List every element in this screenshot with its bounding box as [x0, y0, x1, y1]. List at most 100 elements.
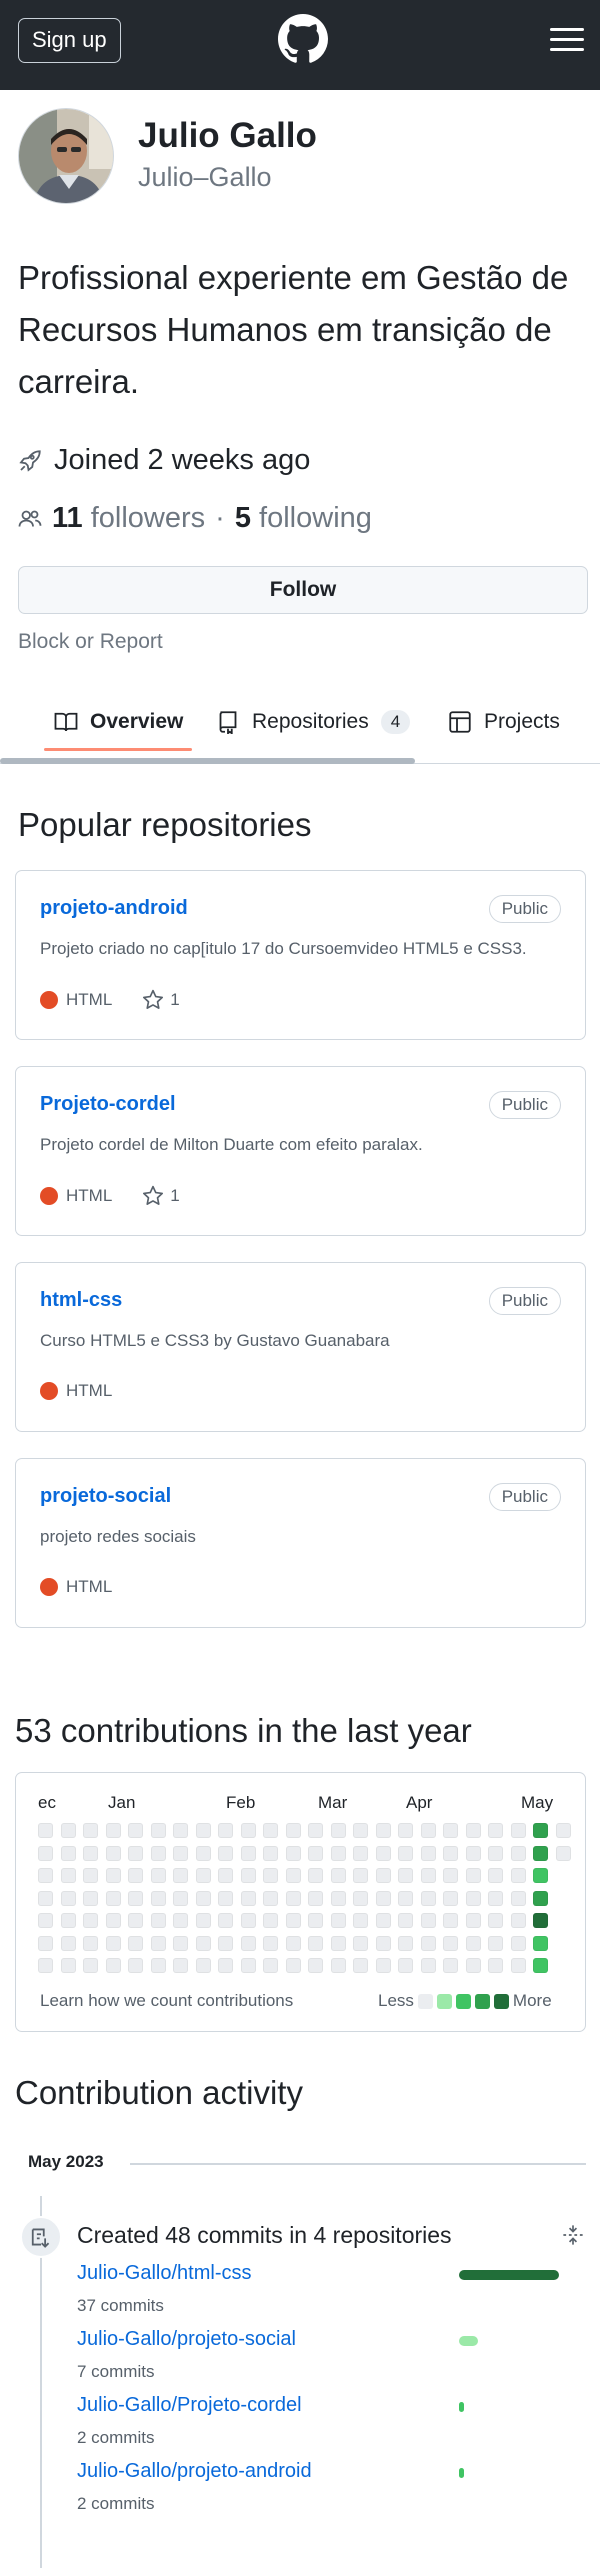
contribution-day[interactable]	[308, 1823, 323, 1838]
contribution-day[interactable]	[443, 1890, 458, 1906]
contribution-day[interactable]	[330, 1890, 346, 1906]
contribution-day[interactable]	[38, 1958, 53, 1973]
contribution-day[interactable]	[195, 1913, 211, 1928]
contribution-day[interactable]	[38, 1935, 53, 1951]
contribution-day[interactable]	[398, 1868, 413, 1883]
contribution-day[interactable]	[533, 1913, 548, 1928]
contribution-day[interactable]	[465, 1845, 481, 1861]
contribution-day[interactable]	[240, 1823, 256, 1838]
contribution-day[interactable]	[285, 1958, 301, 1973]
contribution-day[interactable]	[420, 1823, 436, 1838]
contribution-day[interactable]	[375, 1845, 391, 1861]
contribution-day[interactable]	[353, 1913, 368, 1928]
contribution-day[interactable]	[60, 1935, 76, 1951]
contribution-day[interactable]	[353, 1845, 368, 1861]
contribution-day[interactable]	[240, 1845, 256, 1861]
contribution-day[interactable]	[533, 1890, 548, 1906]
contribution-day[interactable]	[465, 1890, 481, 1906]
contribution-day[interactable]	[150, 1890, 166, 1906]
contribution-day[interactable]	[218, 1958, 233, 1973]
contribution-day[interactable]	[510, 1913, 526, 1928]
contribution-day[interactable]	[375, 1890, 391, 1906]
contribution-day[interactable]	[330, 1823, 346, 1838]
contribution-day[interactable]	[218, 1890, 233, 1906]
github-logo-icon[interactable]	[278, 14, 328, 64]
contribution-day[interactable]	[375, 1913, 391, 1928]
contribution-day[interactable]	[285, 1935, 301, 1951]
contribution-day[interactable]	[263, 1845, 278, 1861]
contribution-day[interactable]	[195, 1935, 211, 1951]
contribution-day[interactable]	[263, 1823, 278, 1838]
contribution-day[interactable]	[60, 1890, 76, 1906]
contribution-day[interactable]	[443, 1958, 458, 1973]
contribution-day[interactable]	[263, 1890, 278, 1906]
contribution-day[interactable]	[83, 1935, 98, 1951]
tab-repositories[interactable]: Repositories 4	[216, 702, 411, 742]
following-link[interactable]: 5 following	[235, 502, 372, 535]
avatar[interactable]	[18, 108, 114, 204]
contribution-day[interactable]	[240, 1913, 256, 1928]
contribution-day[interactable]	[443, 1935, 458, 1951]
contribution-day[interactable]	[240, 1935, 256, 1951]
contribution-day[interactable]	[150, 1913, 166, 1928]
contribution-day[interactable]	[105, 1845, 121, 1861]
contribution-day[interactable]	[195, 1823, 211, 1838]
contribution-day[interactable]	[510, 1823, 526, 1838]
contribution-day[interactable]	[128, 1823, 143, 1838]
contribution-day[interactable]	[398, 1823, 413, 1838]
activity-commit-count[interactable]: 7 commits	[77, 2362, 154, 2382]
contribution-day[interactable]	[510, 1868, 526, 1883]
contribution-day[interactable]	[128, 1868, 143, 1883]
contribution-day[interactable]	[38, 1890, 53, 1906]
contribution-day[interactable]	[443, 1868, 458, 1883]
contribution-day[interactable]	[533, 1868, 548, 1883]
contribution-day[interactable]	[218, 1823, 233, 1838]
contribution-day[interactable]	[218, 1868, 233, 1883]
contribution-day[interactable]	[398, 1958, 413, 1973]
contribution-day[interactable]	[83, 1868, 98, 1883]
contribution-day[interactable]	[308, 1868, 323, 1883]
tabs-scrollbar[interactable]	[0, 758, 415, 764]
contribution-day[interactable]	[533, 1958, 548, 1973]
contribution-day[interactable]	[308, 1890, 323, 1906]
contribution-day[interactable]	[443, 1823, 458, 1838]
contribution-day[interactable]	[128, 1845, 143, 1861]
contribution-day[interactable]	[330, 1958, 346, 1973]
contribution-day[interactable]	[375, 1868, 391, 1883]
contribution-day[interactable]	[308, 1935, 323, 1951]
contribution-day[interactable]	[83, 1890, 98, 1906]
contribution-day[interactable]	[38, 1868, 53, 1883]
tab-overview[interactable]: Overview	[54, 702, 183, 742]
sign-up-button[interactable]: Sign up	[18, 18, 121, 63]
contribution-day[interactable]	[105, 1823, 121, 1838]
activity-commit-count[interactable]: 2 commits	[77, 2494, 154, 2514]
learn-contributions-link[interactable]: Learn how we count contributions	[40, 1991, 293, 2011]
contribution-day[interactable]	[195, 1890, 211, 1906]
contribution-day[interactable]	[128, 1935, 143, 1951]
contribution-day[interactable]	[150, 1845, 166, 1861]
contribution-day[interactable]	[420, 1845, 436, 1861]
contribution-day[interactable]	[263, 1935, 278, 1951]
contribution-day[interactable]	[465, 1913, 481, 1928]
contribution-day[interactable]	[105, 1913, 121, 1928]
contribution-day[interactable]	[510, 1958, 526, 1973]
contribution-day[interactable]	[38, 1845, 53, 1861]
contribution-day[interactable]	[60, 1868, 76, 1883]
contribution-day[interactable]	[488, 1823, 503, 1838]
contribution-day[interactable]	[173, 1868, 188, 1883]
contribution-day[interactable]	[38, 1823, 53, 1838]
contribution-day[interactable]	[285, 1890, 301, 1906]
contribution-day[interactable]	[218, 1845, 233, 1861]
contribution-day[interactable]	[105, 1935, 121, 1951]
repo-name-link[interactable]: projeto-social	[40, 1485, 171, 1508]
contribution-day[interactable]	[263, 1868, 278, 1883]
contribution-day[interactable]	[173, 1890, 188, 1906]
contribution-day[interactable]	[38, 1913, 53, 1928]
contribution-day[interactable]	[353, 1868, 368, 1883]
tab-projects[interactable]: Projects	[448, 702, 560, 742]
contribution-day[interactable]	[60, 1958, 76, 1973]
contribution-day[interactable]	[443, 1913, 458, 1928]
contribution-day[interactable]	[375, 1958, 391, 1973]
activity-summary[interactable]: Created 48 commits in 4 repositories	[77, 2222, 452, 2249]
contribution-day[interactable]	[285, 1913, 301, 1928]
